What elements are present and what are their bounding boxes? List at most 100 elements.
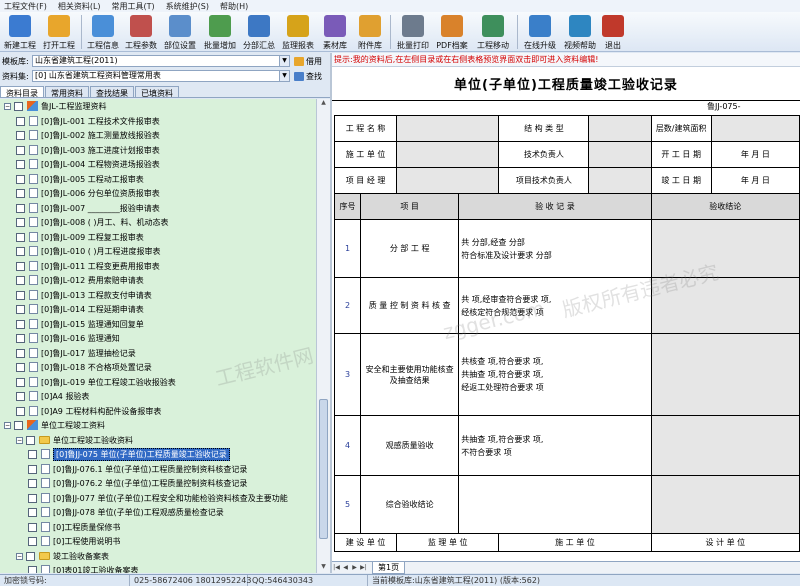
checkbox[interactable] bbox=[16, 203, 25, 213]
project-manager-field[interactable] bbox=[396, 167, 500, 194]
tree-item[interactable]: [0]鲁JL-019 单位工程竣工验收报验表 bbox=[16, 375, 176, 389]
tree-item[interactable]: [0]鲁JL-006 分包单位资质报审表 bbox=[16, 186, 160, 200]
menu-item[interactable]: 常用工具(T) bbox=[108, 1, 162, 12]
prev-sheet-icon[interactable]: ◀ bbox=[341, 564, 350, 571]
tree-item[interactable]: [0]A9 工程材料构配件设备报审表 bbox=[16, 404, 161, 418]
toolbar-button-material-library[interactable]: 素材库 bbox=[318, 12, 352, 52]
tree-item[interactable]: [0]表01竣工验收备案表 bbox=[28, 563, 139, 573]
toolbar-button-supervision-report[interactable]: 监理报表 bbox=[278, 12, 318, 52]
tree-folder[interactable]: − 竣工验收备案表 bbox=[16, 549, 109, 563]
collapse-toggle-icon[interactable]: − bbox=[16, 552, 23, 560]
completion-date-field[interactable]: 年 月 日 bbox=[710, 167, 800, 194]
search-button[interactable]: 查找 bbox=[294, 71, 322, 82]
tree-item[interactable]: [0]鲁JL-015 监理通知回复单 bbox=[16, 317, 144, 331]
checkbox[interactable] bbox=[16, 333, 25, 343]
menu-item[interactable]: 系统维护(S) bbox=[162, 1, 216, 12]
tree-item[interactable]: [0]鲁JL-007 ________报验申请表 bbox=[16, 201, 160, 215]
checkbox[interactable] bbox=[28, 536, 37, 546]
menu-item[interactable]: 相关资料(L) bbox=[54, 1, 108, 12]
collapse-toggle-icon[interactable]: − bbox=[16, 436, 23, 444]
tab-3[interactable]: 已填资料 bbox=[135, 86, 179, 98]
toolbar-button-project-info[interactable]: 工程信息 bbox=[84, 12, 122, 52]
checkbox[interactable] bbox=[28, 493, 37, 503]
checkbox[interactable] bbox=[16, 290, 25, 300]
tree-item[interactable]: [0]工程使用说明书 bbox=[28, 534, 120, 548]
start-date-field[interactable]: 年 月 日 bbox=[710, 141, 800, 168]
tree-item[interactable]: [0]鲁JL-003 施工进度计划报审表 bbox=[16, 143, 160, 157]
tree-item[interactable]: [0]A4 报验表 bbox=[16, 389, 89, 403]
scroll-up-icon[interactable]: ▲ bbox=[318, 99, 329, 109]
tab-0[interactable]: 资料目录 bbox=[0, 86, 44, 98]
tree-item[interactable]: [0]鲁JL-005 工程动工报审表 bbox=[16, 172, 144, 186]
checkbox[interactable] bbox=[16, 246, 25, 256]
collapse-toggle-icon[interactable]: − bbox=[4, 421, 11, 429]
collapse-toggle-icon[interactable]: − bbox=[4, 102, 11, 110]
checkbox[interactable] bbox=[28, 478, 37, 488]
row-record[interactable]: 共抽查 项,符合要求 项, 不符合要求 项 bbox=[458, 415, 652, 476]
toolbar-button-new-project[interactable]: 新建工程 bbox=[1, 12, 39, 52]
checkbox[interactable] bbox=[28, 449, 37, 459]
checkbox[interactable] bbox=[16, 174, 25, 184]
toolbar-button-open-folder[interactable]: 打开工程 bbox=[39, 12, 79, 52]
tree-item[interactable]: [0]鲁JL-014 工程延期申请表 bbox=[16, 302, 144, 316]
tree-folder[interactable]: − 鲁JL-工程监理资料 bbox=[4, 99, 107, 113]
tree-item[interactable]: [0]鲁JL-002 施工测量放线报验表 bbox=[16, 128, 160, 142]
toolbar-button-exit[interactable]: 退出 bbox=[600, 12, 626, 52]
checkbox[interactable] bbox=[14, 420, 23, 430]
structure-type-field[interactable] bbox=[588, 115, 652, 142]
template-select[interactable]: 山东省建筑工程(2011) ▼ bbox=[32, 55, 290, 67]
checkbox[interactable] bbox=[16, 304, 25, 314]
tree-item[interactable]: [0]鲁JL-010 ( )月工程进度报审表 bbox=[16, 244, 161, 258]
tree-item[interactable]: [0]鲁JJ-077 单位(子单位)工程安全和功能检验资料核查及主要功能 bbox=[28, 491, 288, 505]
menu-item[interactable]: 工程文件(F) bbox=[0, 1, 54, 12]
tab-1[interactable]: 常用资料 bbox=[45, 86, 89, 98]
tree-item[interactable]: [0]鲁JL-004 工程物资进场报验表 bbox=[16, 157, 160, 171]
first-sheet-icon[interactable]: |◀ bbox=[332, 564, 341, 571]
tree-scrollbar[interactable]: ▲ ▼ bbox=[316, 99, 330, 573]
tree-item[interactable]: [0]鲁JJ-076.1 单位(子单位)工程质量控制资料核查记录 bbox=[28, 462, 247, 476]
tree-folder[interactable]: − 单位工程竣工验收资料 bbox=[16, 433, 133, 447]
checkbox[interactable] bbox=[16, 391, 25, 401]
toolbar-button-online-upgrade[interactable]: 在线升级 bbox=[520, 12, 560, 52]
project-name-field[interactable] bbox=[396, 115, 500, 142]
tree-item[interactable]: [0]鲁JL-013 工程款支付申请表 bbox=[16, 288, 152, 302]
tree-item[interactable]: [0]鲁JL-009 工程复工报审表 bbox=[16, 230, 144, 244]
checkbox[interactable] bbox=[16, 348, 25, 358]
toolbar-button-batch-add[interactable]: 批量增加 bbox=[200, 12, 240, 52]
checkbox[interactable] bbox=[16, 188, 25, 198]
toolbar-button-printer[interactable]: 批量打印 bbox=[393, 12, 433, 52]
row-record[interactable]: 共 分部,经查 分部 符合标准及设计要求 分部 bbox=[458, 219, 652, 278]
construction-unit-field[interactable] bbox=[396, 141, 500, 168]
chevron-down-icon[interactable]: ▼ bbox=[279, 71, 289, 81]
project-tech-lead-field[interactable] bbox=[588, 167, 652, 194]
checkbox[interactable] bbox=[26, 551, 35, 561]
row-record[interactable]: 共 项,经审查符合要求 项, 经核定符合规范要求 项 bbox=[458, 277, 652, 334]
tree-item[interactable]: [0]鲁JL-012 费用索赔申请表 bbox=[16, 273, 144, 287]
toolbar-button-move-project[interactable]: 工程移动 bbox=[471, 12, 515, 52]
checkbox[interactable] bbox=[28, 464, 37, 474]
chevron-down-icon[interactable]: ▼ bbox=[279, 56, 289, 66]
scroll-down-icon[interactable]: ▼ bbox=[318, 563, 329, 573]
toolbar-button-video-help[interactable]: 视频帮助 bbox=[560, 12, 600, 52]
next-sheet-icon[interactable]: ▶ bbox=[350, 564, 359, 571]
checkbox[interactable] bbox=[28, 522, 37, 532]
toolbar-button-position-settings[interactable]: 部位设置 bbox=[160, 12, 200, 52]
floors-area-field[interactable] bbox=[710, 115, 800, 142]
tree-item[interactable]: [0]工程质量保修书 bbox=[28, 520, 120, 534]
tab-2[interactable]: 查找结果 bbox=[90, 86, 134, 98]
dataset-select[interactable]: [0] 山东省建筑工程资料管理常用表 ▼ bbox=[32, 70, 290, 82]
checkbox[interactable] bbox=[26, 435, 35, 445]
tree-item[interactable]: [0]鲁JJ-076.2 单位(子单位)工程质量控制资料核查记录 bbox=[28, 476, 247, 490]
checkbox[interactable] bbox=[16, 406, 25, 416]
tree-folder[interactable]: − 单位工程竣工资料 bbox=[4, 418, 105, 432]
checkbox[interactable] bbox=[16, 145, 25, 155]
row-conclusion[interactable] bbox=[650, 475, 800, 534]
checkbox[interactable] bbox=[16, 130, 25, 140]
checkbox[interactable] bbox=[16, 319, 25, 329]
tree-item[interactable]: [0]鲁JL-008 ( )月工、料、机动态表 bbox=[16, 215, 169, 229]
tree-item[interactable]: [0]鲁JL-001 工程技术文件报审表 bbox=[16, 114, 160, 128]
tree-item[interactable]: [0]鲁JL-017 监理抽检记录 bbox=[16, 346, 136, 360]
checkbox[interactable] bbox=[16, 159, 25, 169]
checkbox[interactable] bbox=[14, 101, 23, 111]
tree-item[interactable]: [0]鲁JJ-078 单位(子单位)工程观感质量检查记录 bbox=[28, 505, 224, 519]
